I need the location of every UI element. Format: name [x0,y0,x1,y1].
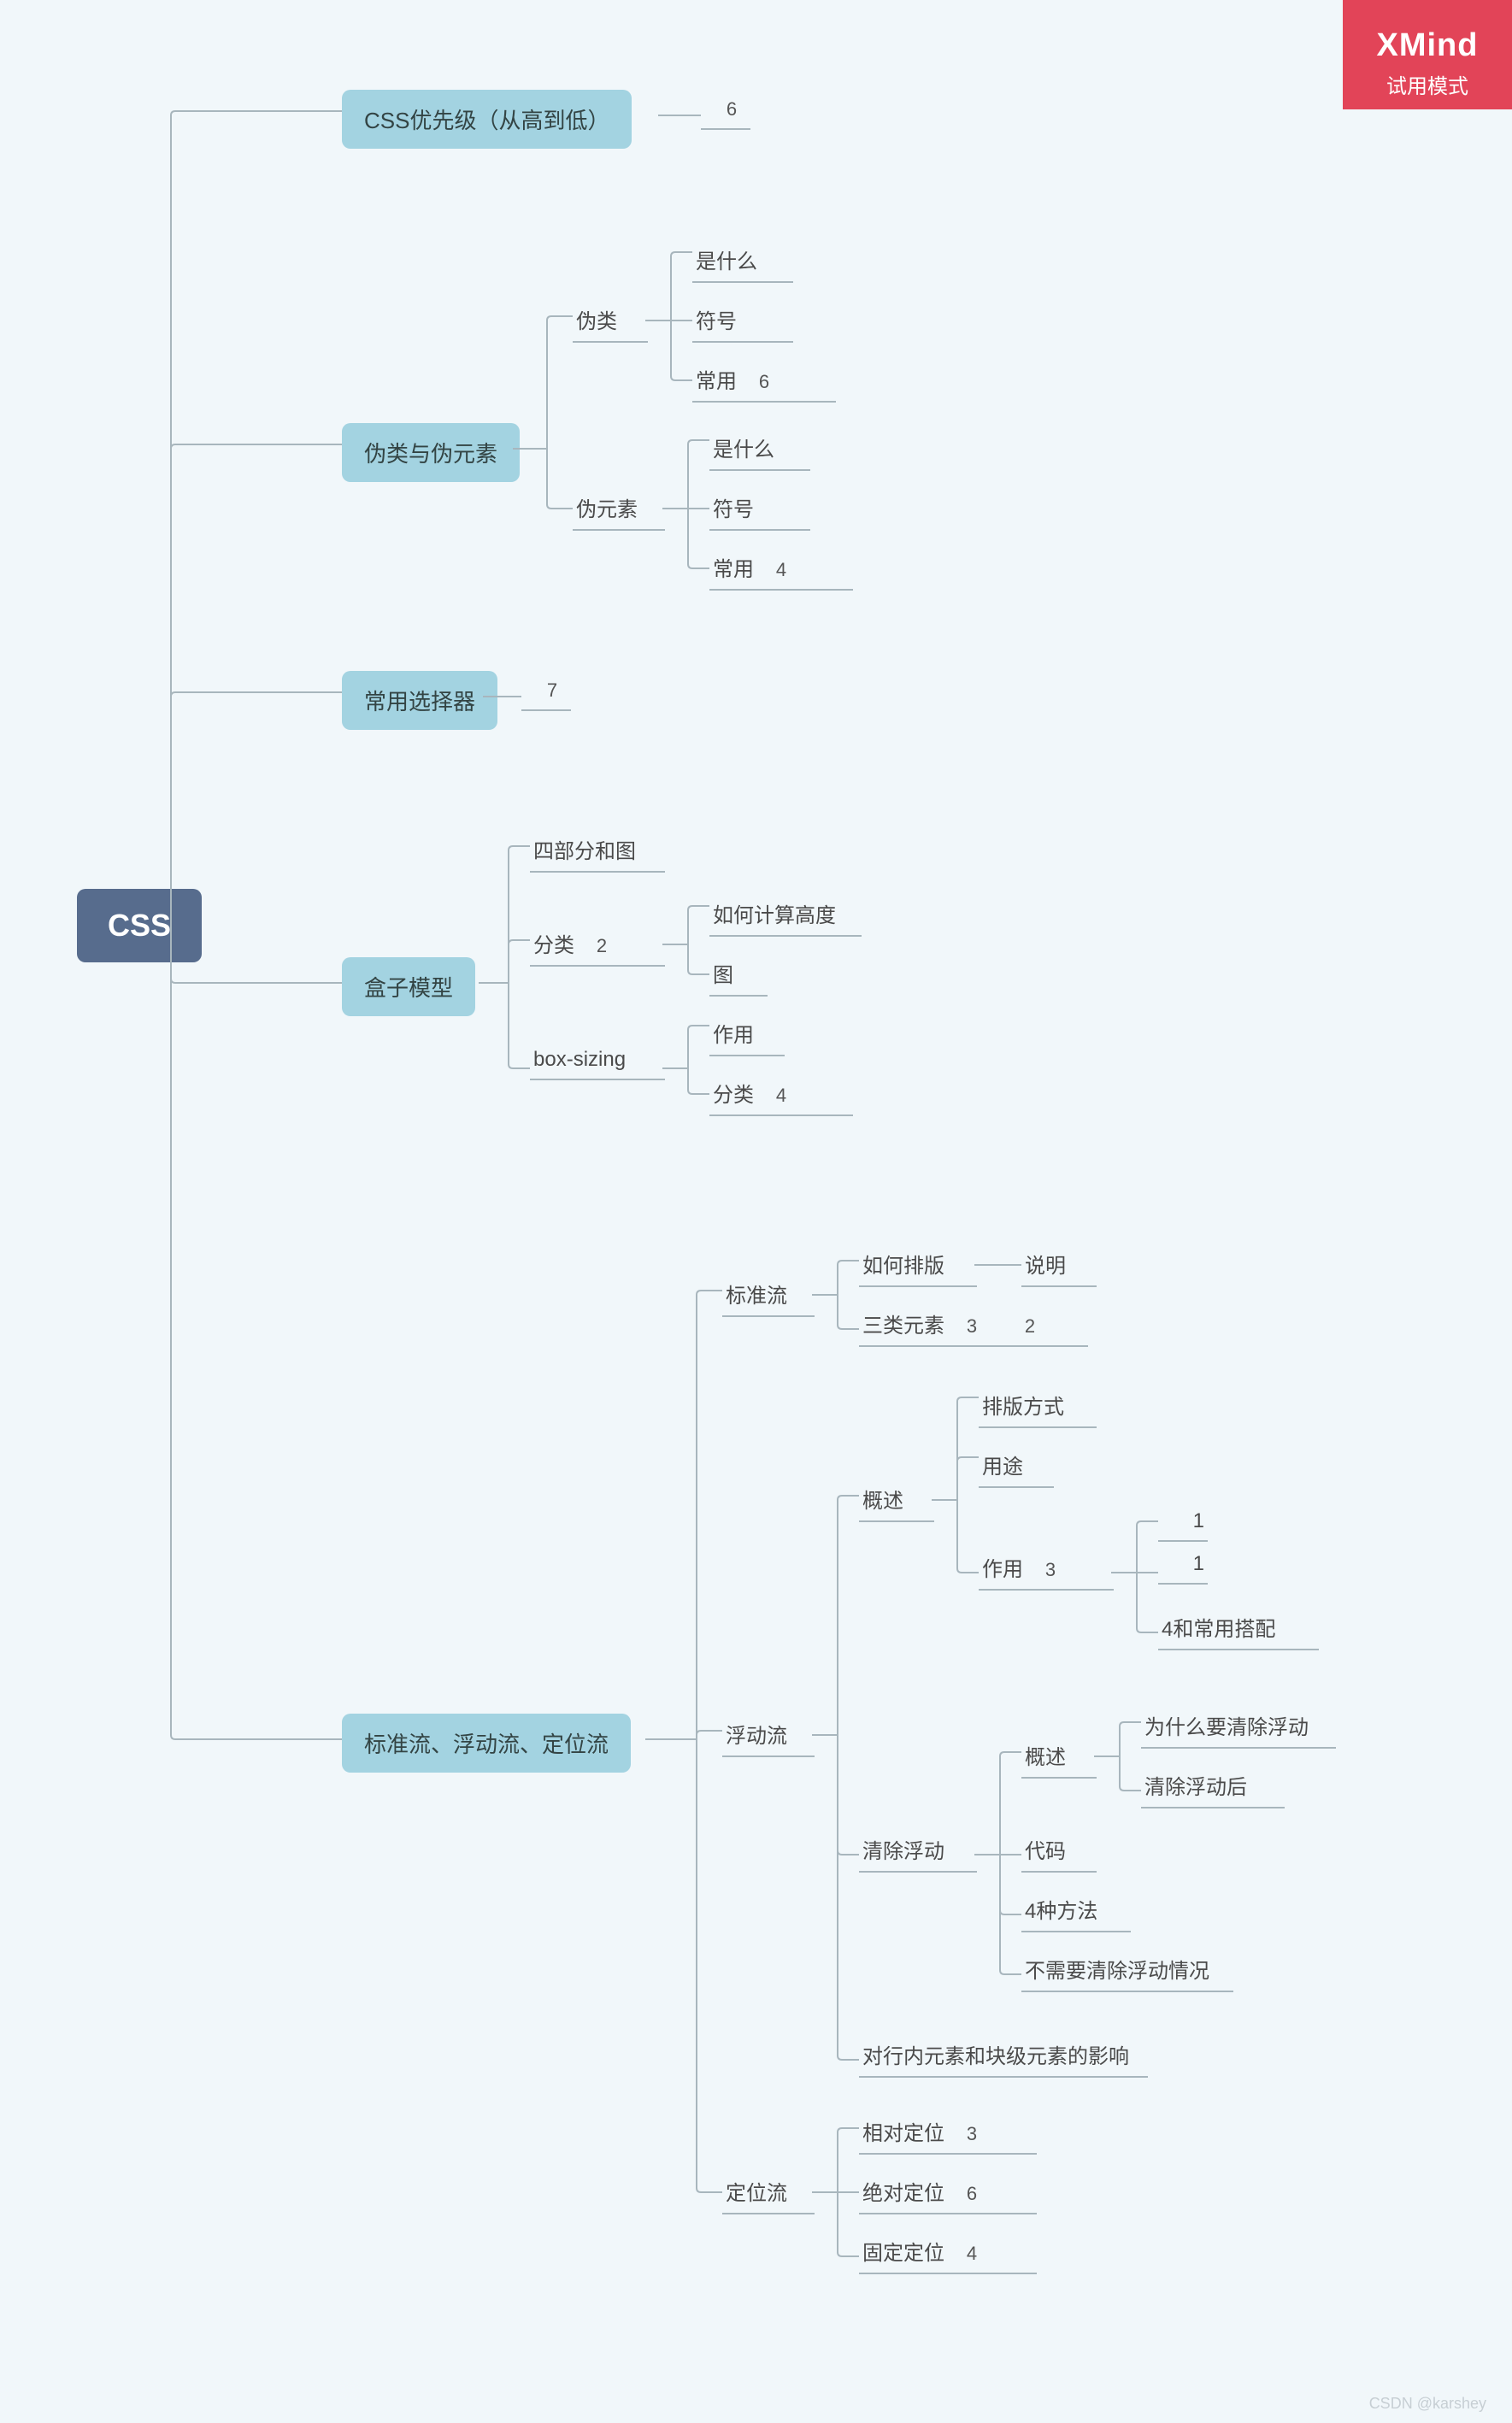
leaf-pos-absolute[interactable]: 绝对定位6 [859,2171,1037,2214]
leaf-pc-what[interactable]: 是什么 [692,239,793,283]
subtopic-pseudo-element[interactable]: 伪元素 [573,487,665,531]
topic-box-model[interactable]: 盒子模型 [342,957,475,1016]
topic-pseudo[interactable]: 伪类与伪元素 [342,423,520,482]
leaf-box-sizing[interactable]: box-sizing [530,1043,665,1080]
topic-label: CSS优先级（从高到低） [364,108,609,133]
leaf-box-types[interactable]: 分类2 [530,923,665,967]
leaf-ov-effect-3[interactable]: 4和常用搭配 [1158,1607,1319,1650]
root-node-css[interactable]: CSS [77,889,202,962]
leaf-clear-ov[interactable]: 概述 [1021,1735,1097,1779]
topic-label: 标准流、浮动流、定位流 [364,1732,609,1757]
leaf-std-3elem[interactable]: 三类元素32 [859,1303,1088,1347]
xmind-watermark: XMind 试用模式 [1343,0,1512,109]
leaf-bs-effect[interactable]: 作用 [709,1013,785,1056]
leaf-box-calc[interactable]: 如何计算高度 [709,893,862,937]
leaf-box-fig[interactable]: 图 [709,953,768,997]
leaf-box-4parts[interactable]: 四部分和图 [530,829,665,873]
leaf-float-overview[interactable]: 概述 [859,1479,934,1522]
leaf-clear-nonneed[interactable]: 不需要清除浮动情况 [1021,1949,1233,1992]
leaf-clear-code[interactable]: 代码 [1021,1829,1097,1873]
leaf-std-layout-sub[interactable]: 说明 [1021,1244,1097,1287]
badge-selectors: 7 [521,673,571,711]
xmind-logo: XMind [1343,27,1512,64]
leaf-pe-symbol[interactable]: 符号 [709,487,810,531]
leaf-ov-effect-1[interactable]: 1 [1158,1504,1208,1542]
leaf-clear-why[interactable]: 为什么要清除浮动 [1141,1705,1336,1749]
subtopic-pseudo-class[interactable]: 伪类 [573,299,648,343]
leaf-clear-float[interactable]: 清除浮动 [859,1829,977,1873]
subtopic-float-flow[interactable]: 浮动流 [722,1714,815,1757]
leaf-ov-effect-2[interactable]: 1 [1158,1547,1208,1585]
leaf-pos-relative[interactable]: 相对定位3 [859,2111,1037,2155]
leaf-clear-4methods[interactable]: 4种方法 [1021,1889,1131,1932]
topic-selectors[interactable]: 常用选择器 [342,671,497,730]
mindmap-canvas: XMind 试用模式 CSS CSS优先级（从高到低） 6 伪类与伪元素 伪类 … [0,0,1512,2423]
leaf-pc-symbol[interactable]: 符号 [692,299,793,343]
leaf-float-impact[interactable]: 对行内元素和块级元素的影响 [859,2034,1148,2078]
subtopic-position-flow[interactable]: 定位流 [722,2171,815,2214]
topic-flows[interactable]: 标准流、浮动流、定位流 [342,1714,631,1773]
leaf-clear-after[interactable]: 清除浮动后 [1141,1765,1285,1808]
badge-css-priority: 6 [701,92,750,130]
topic-label: 伪类与伪元素 [364,441,497,467]
leaf-ov-effect[interactable]: 作用3 [979,1547,1114,1591]
leaf-std-layout[interactable]: 如何排版 [859,1244,977,1287]
xmind-trial-label: 试用模式 [1343,69,1512,99]
topic-label: 盒子模型 [364,975,453,1001]
leaf-pe-what[interactable]: 是什么 [709,427,810,471]
leaf-pe-common[interactable]: 常用4 [709,547,853,591]
topic-css-priority[interactable]: CSS优先级（从高到低） [342,90,632,149]
leaf-bs-types[interactable]: 分类4 [709,1073,853,1116]
leaf-ov-use[interactable]: 用途 [979,1444,1054,1488]
topic-label: 常用选择器 [364,689,475,715]
leaf-ov-layout[interactable]: 排版方式 [979,1385,1097,1428]
leaf-pos-fixed[interactable]: 固定定位4 [859,2231,1037,2274]
leaf-pc-common[interactable]: 常用6 [692,359,836,403]
credit-text: CSDN @karshey [1369,2395,1486,2413]
subtopic-standard-flow[interactable]: 标准流 [722,1273,815,1317]
